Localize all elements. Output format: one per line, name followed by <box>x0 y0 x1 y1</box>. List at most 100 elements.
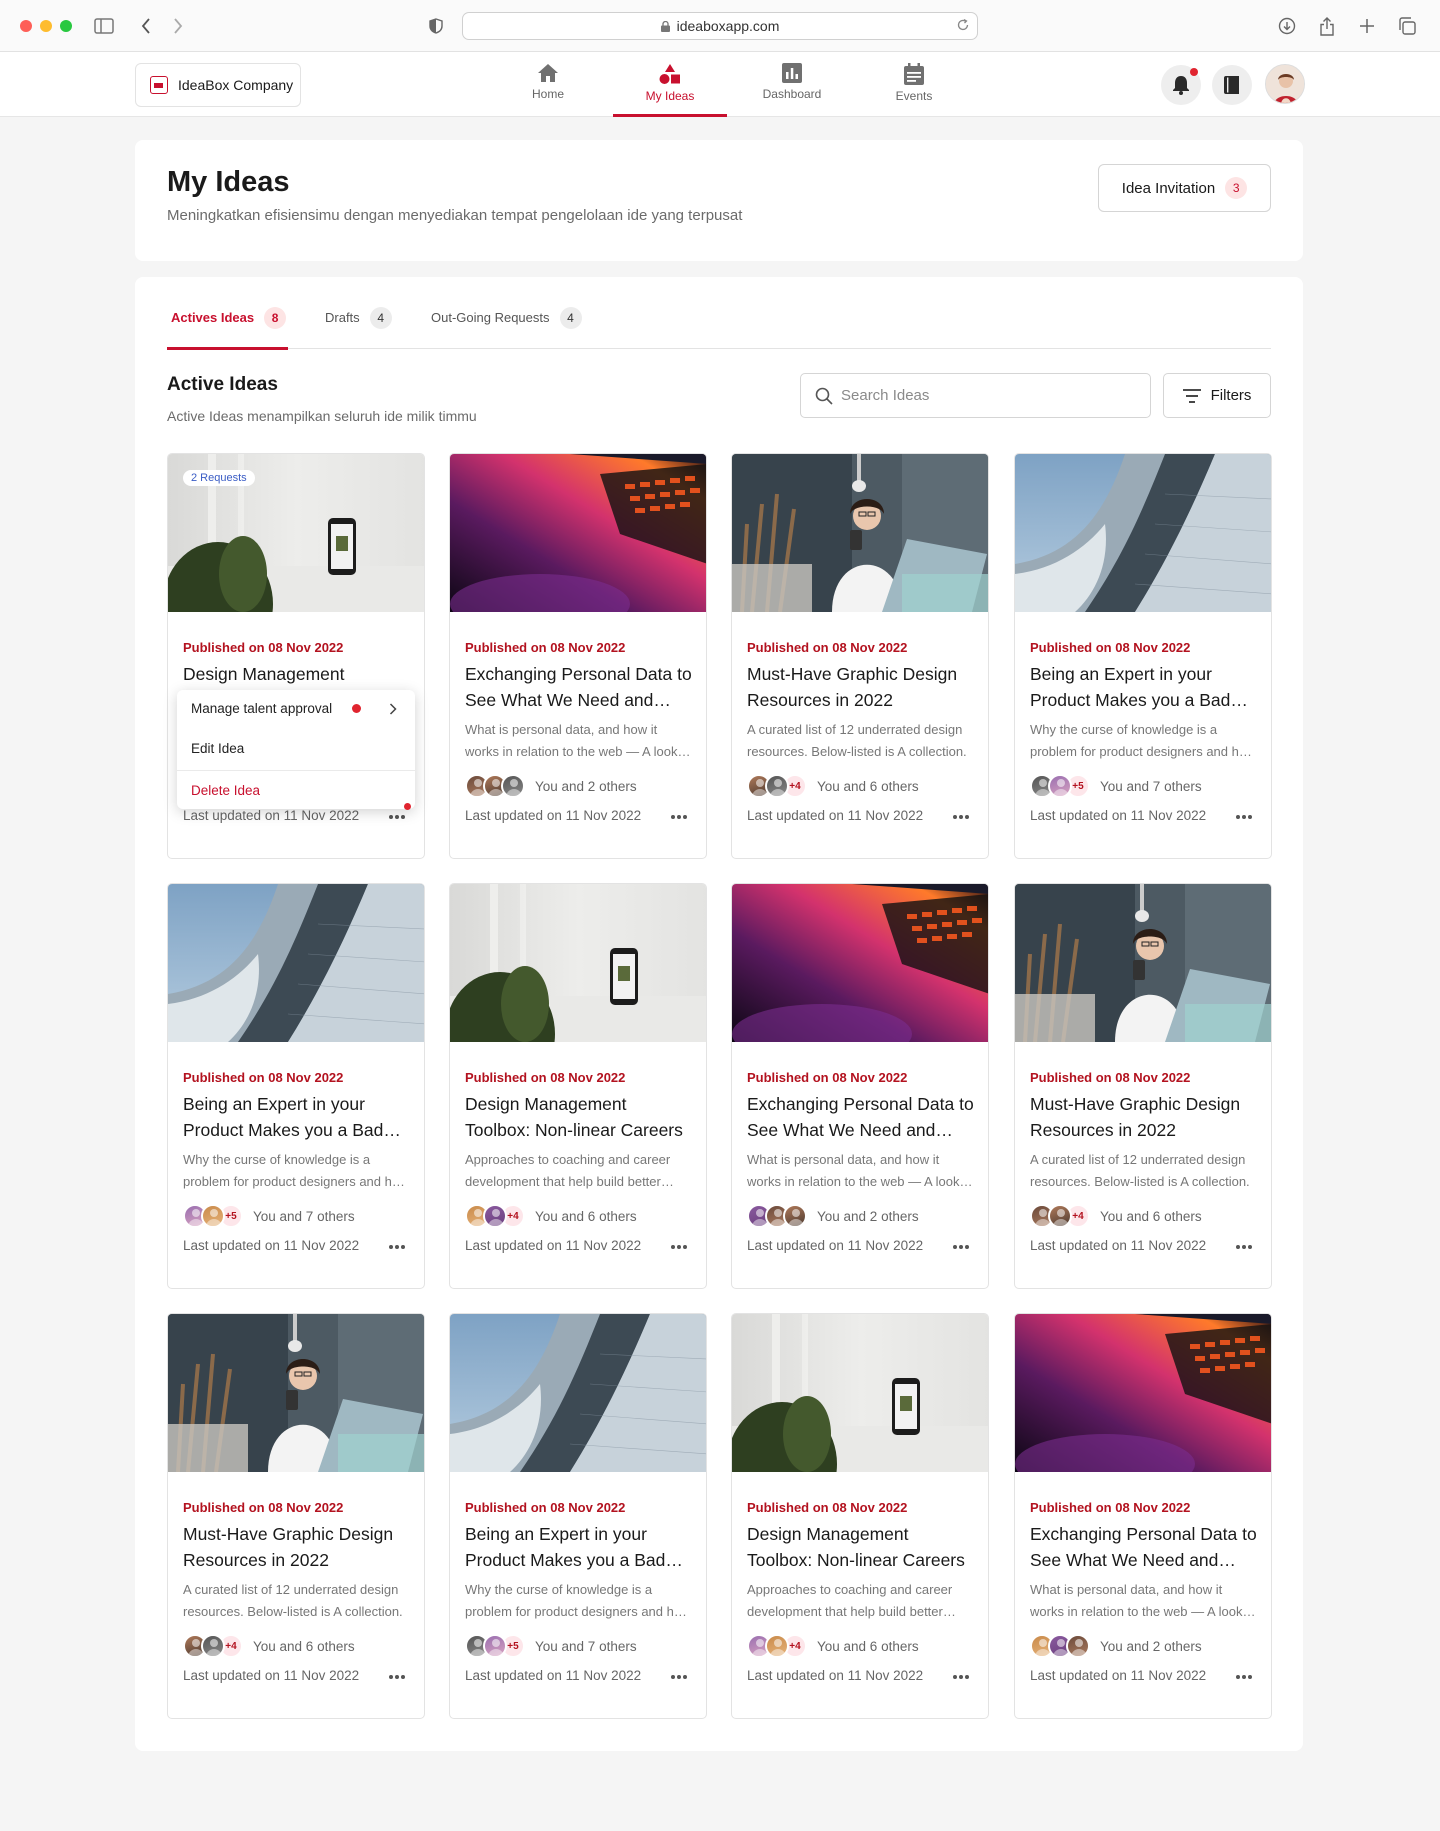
tab-label: Drafts <box>325 310 360 325</box>
sidebar-toggle-icon[interactable] <box>92 14 116 38</box>
collaborators[interactable]: +4 You and 6 others <box>183 1634 355 1658</box>
idea-description: Why the curse of knowledge is a problem … <box>465 1582 691 1619</box>
url-text: ideaboxapp.com <box>676 18 780 34</box>
zoom-window-button[interactable] <box>60 20 72 32</box>
company-switcher[interactable]: IdeaBox Company <box>135 63 301 107</box>
collaborators[interactable]: +4 You and 6 others <box>747 774 919 798</box>
nav-tab-home[interactable]: Home <box>491 52 605 117</box>
last-updated: Last updated on 11 Nov 2022 <box>465 808 642 823</box>
more-options-icon[interactable] <box>1232 1670 1256 1684</box>
idea-title[interactable]: Exchanging Personal Data to See What We … <box>465 661 693 713</box>
nav-tab-events[interactable]: Events <box>857 52 971 117</box>
more-options-icon[interactable] <box>949 810 973 824</box>
more-options-icon[interactable] <box>1232 810 1256 824</box>
new-tab-icon[interactable] <box>1355 14 1379 38</box>
collaborators-text: You and 6 others <box>817 1638 919 1654</box>
requests-badge[interactable]: 2 Requests <box>183 470 255 486</box>
company-logo-icon <box>150 76 168 94</box>
published-date: Published on 08 Nov 2022 <box>747 640 908 655</box>
more-options-icon[interactable] <box>385 1240 409 1254</box>
idea-description: Approaches to coaching and career develo… <box>747 1582 953 1619</box>
collaborators[interactable]: +5 You and 7 others <box>465 1634 637 1658</box>
reload-icon[interactable] <box>956 18 970 35</box>
idea-card[interactable]: Published on 08 Nov 2022 Being an Expert … <box>167 883 425 1289</box>
collaborators[interactable]: +5 You and 7 others <box>1030 774 1202 798</box>
close-window-button[interactable] <box>20 20 32 32</box>
idea-title[interactable]: Being an Expert in your Product Makes yo… <box>183 1091 411 1143</box>
idea-card[interactable]: Published on 08 Nov 2022 Being an Expert … <box>449 1313 707 1719</box>
search-input[interactable] <box>841 387 1121 404</box>
idea-cover-image <box>450 454 706 612</box>
menu-item-delete-idea[interactable]: Delete Idea <box>191 783 260 798</box>
nav-tab-dashboard[interactable]: Dashboard <box>735 52 849 117</box>
idea-context-menu: Manage talent approval Edit Idea Delete … <box>177 690 415 809</box>
guide-button[interactable] <box>1212 65 1252 105</box>
collaborators-text: You and 2 others <box>535 778 637 794</box>
idea-cover-image <box>1015 1314 1271 1472</box>
last-updated: Last updated on 11 Nov 2022 <box>747 1668 924 1683</box>
idea-card[interactable]: Published on 08 Nov 2022 Must-Have Graphi… <box>1014 883 1272 1289</box>
more-options-icon[interactable] <box>667 1240 691 1254</box>
tab-overview-icon[interactable] <box>1395 14 1419 38</box>
share-icon[interactable] <box>1315 14 1339 38</box>
section-subtitle: Active Ideas menampilkan seluruh ide mil… <box>167 408 477 424</box>
collaborator-avatar <box>1048 1204 1072 1228</box>
tab-active-ideas[interactable]: Actives Ideas 8 <box>167 307 288 350</box>
idea-cover-image <box>1015 884 1271 1042</box>
idea-card[interactable]: Published on 08 Nov 2022 Design Managemen… <box>449 883 707 1289</box>
more-options-icon[interactable] <box>385 810 409 824</box>
filters-button[interactable]: Filters <box>1163 373 1271 418</box>
idea-title[interactable]: Being an Expert in your Product Makes yo… <box>465 1521 693 1573</box>
privacy-shield-icon[interactable] <box>424 14 448 38</box>
collaborators-text: You and 7 others <box>535 1638 637 1654</box>
menu-item-edit-idea[interactable]: Edit Idea <box>191 741 244 756</box>
idea-card[interactable]: Published on 08 Nov 2022 Must-Have Graphi… <box>167 1313 425 1719</box>
tab-outgoing-requests[interactable]: Out-Going Requests 4 <box>427 307 597 349</box>
collaborators[interactable]: You and 2 others <box>1030 1634 1202 1658</box>
idea-card[interactable]: Published on 08 Nov 2022 Exchanging Perso… <box>449 453 707 859</box>
user-avatar[interactable] <box>1265 64 1305 104</box>
collaborators[interactable]: You and 2 others <box>747 1204 919 1228</box>
tab-drafts[interactable]: Drafts 4 <box>321 307 396 349</box>
idea-title[interactable]: Must-Have Graphic Design Resources in 20… <box>1030 1091 1258 1143</box>
nav-tab-my-ideas[interactable]: My Ideas <box>613 52 727 117</box>
collaborators[interactable]: You and 2 others <box>465 774 637 798</box>
nav-tab-label: Home <box>531 87 564 101</box>
idea-invitation-button[interactable]: Idea Invitation 3 <box>1098 164 1271 212</box>
idea-card[interactable]: Published on 08 Nov 2022 Being an Expert … <box>1014 453 1272 859</box>
idea-title[interactable]: Must-Have Graphic Design Resources in 20… <box>747 661 975 713</box>
idea-title[interactable]: Exchanging Personal Data to See What We … <box>1030 1521 1258 1573</box>
collaborators[interactable]: +5 You and 7 others <box>183 1204 355 1228</box>
back-icon[interactable] <box>134 14 158 38</box>
idea-title[interactable]: Must-Have Graphic Design Resources in 20… <box>183 1521 411 1573</box>
collaborator-avatar <box>765 1634 789 1658</box>
notifications-button[interactable] <box>1161 65 1201 105</box>
more-options-icon[interactable] <box>667 810 691 824</box>
idea-card[interactable]: Published on 08 Nov 2022 Must-Have Graphi… <box>731 453 989 859</box>
idea-title[interactable]: Design Management Toolbox: Non-linear Ca… <box>747 1521 975 1573</box>
browser-toolbar: ideaboxapp.com <box>0 0 1440 52</box>
collaborator-avatar <box>201 1204 225 1228</box>
menu-item-manage-talent-approval[interactable]: Manage talent approval <box>191 701 332 716</box>
idea-title[interactable]: Design Management <box>183 661 411 687</box>
forward-icon[interactable] <box>166 14 190 38</box>
minimize-window-button[interactable] <box>40 20 52 32</box>
collaborators[interactable]: +4 You and 6 others <box>465 1204 637 1228</box>
idea-cover-image <box>732 1314 988 1472</box>
idea-title[interactable]: Being an Expert in your Product Makes yo… <box>1030 661 1258 713</box>
more-options-icon[interactable] <box>1232 1240 1256 1254</box>
download-icon[interactable] <box>1275 14 1299 38</box>
last-updated: Last updated on 11 Nov 2022 <box>1030 1668 1207 1683</box>
more-options-icon[interactable] <box>385 1670 409 1684</box>
idea-card[interactable]: Published on 08 Nov 2022 Design Managemen… <box>731 1313 989 1719</box>
idea-title[interactable]: Design Management Toolbox: Non-linear Ca… <box>465 1091 693 1143</box>
address-bar[interactable]: ideaboxapp.com <box>462 12 978 40</box>
more-options-icon[interactable] <box>949 1670 973 1684</box>
collaborators[interactable]: +4 You and 6 others <box>1030 1204 1202 1228</box>
more-options-icon[interactable] <box>667 1670 691 1684</box>
idea-card[interactable]: Published on 08 Nov 2022 Exchanging Perso… <box>731 883 989 1289</box>
idea-card[interactable]: Published on 08 Nov 2022 Exchanging Perso… <box>1014 1313 1272 1719</box>
idea-title[interactable]: Exchanging Personal Data to See What We … <box>747 1091 975 1143</box>
more-options-icon[interactable] <box>949 1240 973 1254</box>
collaborators[interactable]: +4 You and 6 others <box>747 1634 919 1658</box>
